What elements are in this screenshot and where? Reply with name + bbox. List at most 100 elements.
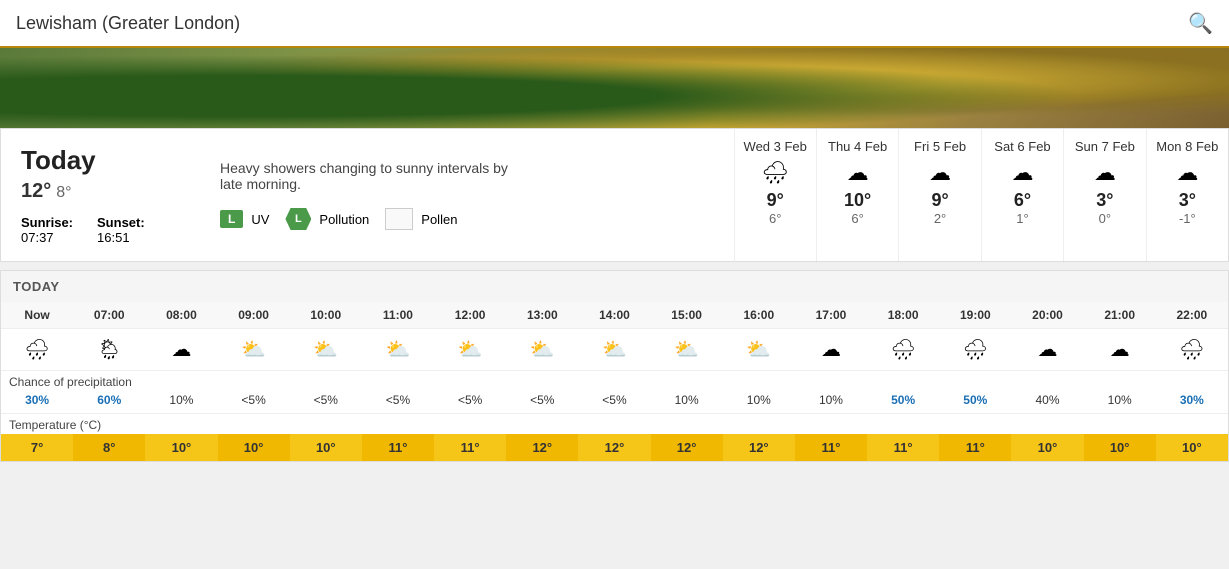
weather-icon-cell: ⛅ [723,333,795,366]
hour-cell: 08:00 [145,302,217,328]
today-title: Today [21,145,180,176]
temp-cell: 11° [434,434,506,461]
precip-cell: 60% [73,393,145,407]
hour-cell: 10:00 [290,302,362,328]
day-high: 9° [743,190,808,211]
search-input[interactable] [16,13,1188,34]
day-name: Sat 6 Feb [990,139,1055,154]
day-high: 3° [1072,190,1137,211]
day-name: Thu 4 Feb [825,139,890,154]
hour-cell: 09:00 [218,302,290,328]
weather-icon-cell: 🌧 [1156,333,1228,366]
weather-icon-cell: ⛅ [578,333,650,366]
precip-cell: <5% [434,393,506,407]
day-high: 9° [907,190,972,211]
hour-cell: 17:00 [795,302,867,328]
precip-cell: <5% [362,393,434,407]
hour-cell: 13:00 [506,302,578,328]
weather-icon-cell: ⛅ [290,333,362,366]
temp-cell: 10° [1084,434,1156,461]
day-icon: ☁ [1155,160,1220,186]
precip-cell: 10% [795,393,867,407]
day-icon: ☁ [825,160,890,186]
hour-cell: 19:00 [939,302,1011,328]
sunset-label: Sunset: [97,215,145,230]
precip-cell: 10% [723,393,795,407]
icons-row: 🌧🌦☁⛅⛅⛅⛅⛅⛅⛅⛅☁🌧🌧☁☁🌧 [1,329,1228,370]
day-low: 6° [743,211,808,226]
day-high: 10° [825,190,890,211]
hourly-scroll[interactable]: Now07:0008:0009:0010:0011:0012:0013:0014… [1,302,1228,461]
today-description: Heavy showers changing to sunny interval… [220,160,520,192]
weather-icon-cell: ⛅ [362,333,434,366]
precip-cell: 50% [939,393,1011,407]
weather-icon-cell: ☁ [1084,333,1156,366]
temp-cell: 12° [651,434,723,461]
hour-cell: 18:00 [867,302,939,328]
hourly-today-label: TODAY [1,271,1228,302]
temp-cell: 11° [939,434,1011,461]
day-high: 3° [1155,190,1220,211]
forecast-days: Wed 3 Feb 🌧 9° 6° Thu 4 Feb ☁ 10° 6° Fri… [735,128,1229,262]
temp-section-label: Temperature (°C) [1,413,1228,434]
pollen-box [385,208,413,230]
weather-icon-cell: 🌧 [1,333,73,366]
weather-icon-cell: ⛅ [506,333,578,366]
forecast-day: Thu 4 Feb ☁ 10° 6° [816,129,898,261]
weather-icon-cell: ⛅ [218,333,290,366]
indicators: L UV L Pollution Pollen [220,208,714,230]
today-high: 12° [21,180,51,202]
precip-cell: 30% [1,393,73,407]
day-name: Fri 5 Feb [907,139,972,154]
hour-cell: 14:00 [578,302,650,328]
day-low: 1° [990,211,1055,226]
sunrise-time: 07:37 [21,230,54,245]
day-icon: ☁ [907,160,972,186]
precip-cell: 10% [145,393,217,407]
temp-cell: 10° [1011,434,1083,461]
hour-cell: 12:00 [434,302,506,328]
sunrise-label: Sunrise: [21,215,73,230]
hero-image [0,48,1229,128]
pollution-indicator: L Pollution [285,208,369,230]
precip-cell: <5% [506,393,578,407]
precip-row: 30%60%10%<5%<5%<5%<5%<5%<5%10%10%10%50%5… [1,391,1228,413]
temp-row: 7°8°10°10°10°11°11°12°12°12°12°11°11°11°… [1,434,1228,461]
temp-cell: 11° [795,434,867,461]
hour-cell: 16:00 [723,302,795,328]
weather-icon-cell: 🌧 [939,333,1011,366]
temp-cell: 10° [290,434,362,461]
weather-icon-cell: 🌦 [73,333,145,366]
temp-cell: 11° [362,434,434,461]
weather-icon-cell: ⛅ [651,333,723,366]
pollen-label: Pollen [421,212,457,227]
temp-cell: 12° [578,434,650,461]
today-middle: Heavy showers changing to sunny interval… [200,128,735,262]
search-button[interactable]: 🔍 [1188,11,1213,36]
day-name: Wed 3 Feb [743,139,808,154]
uv-badge: L [220,210,243,228]
weather-icon-cell: ⛅ [434,333,506,366]
precip-cell: <5% [578,393,650,407]
weather-panel: Today 12° 8° Sunrise: 07:37 Sunset: 16:5… [0,128,1229,262]
weather-icon-cell: ☁ [145,333,217,366]
precip-cell: 10% [1084,393,1156,407]
temp-cell: 12° [506,434,578,461]
temp-cell: 11° [867,434,939,461]
precip-section-label: Chance of precipitation [1,370,1228,391]
forecast-day: Sat 6 Feb ☁ 6° 1° [981,129,1063,261]
pollen-indicator: Pollen [385,208,457,230]
uv-indicator: L UV [220,210,269,228]
pollution-badge: L [285,208,311,230]
today-low: 8° [56,184,71,201]
pollution-label: Pollution [319,212,369,227]
temp-cell: 10° [1156,434,1228,461]
precip-cell: 50% [867,393,939,407]
uv-label: UV [251,212,269,227]
day-low: 2° [907,211,972,226]
hour-cell: 11:00 [362,302,434,328]
day-low: 6° [825,211,890,226]
hour-cell: Now [1,302,73,328]
today-left: Today 12° 8° Sunrise: 07:37 Sunset: 16:5… [0,128,200,262]
weather-icon-cell: 🌧 [867,333,939,366]
